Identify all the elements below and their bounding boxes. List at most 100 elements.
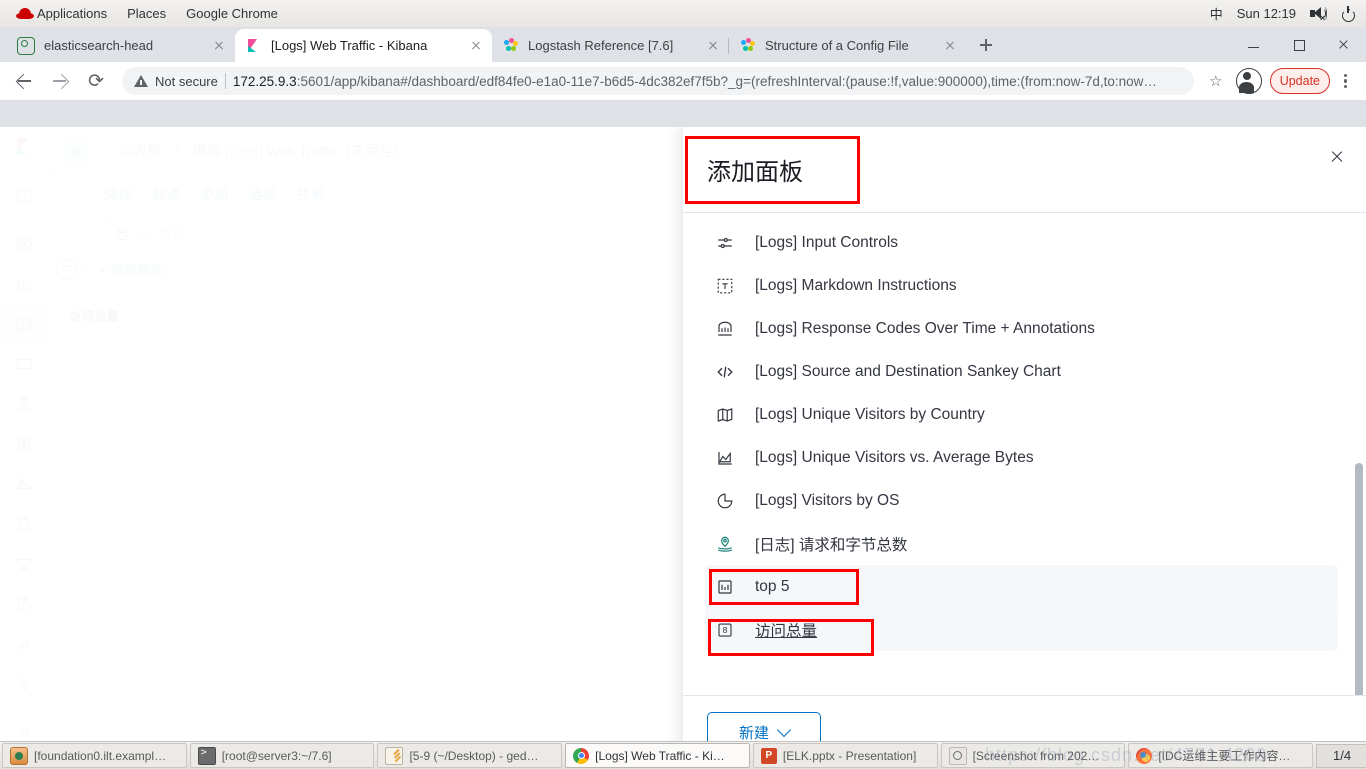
- taskbar-item-screenshot[interactable]: [Screenshot from 202…: [940, 743, 1126, 768]
- list-item[interactable]: [Logs] Unique Visitors by Country: [705, 393, 1338, 436]
- close-window-button[interactable]: [1321, 27, 1366, 59]
- map-icon: [715, 405, 735, 425]
- workspace-switcher[interactable]: 1/4: [1316, 743, 1366, 768]
- powerpoint-icon: [760, 747, 777, 764]
- maximize-window-button[interactable]: [1276, 27, 1321, 59]
- browser-tab-structure-config-file[interactable]: Structure of a Config File: [728, 29, 966, 62]
- back-button[interactable]: [8, 65, 40, 97]
- google-chrome-menu[interactable]: Google Chrome: [176, 3, 288, 24]
- tab-title: elasticsearch-head: [44, 38, 154, 53]
- taskbar-item-label: [foundation0.ilt.exampl…: [34, 748, 167, 763]
- svg-text:8: 8: [722, 625, 727, 635]
- list-item-label: [Logs] Input Controls: [755, 233, 899, 251]
- flyout-title: 添加面板: [707, 159, 803, 186]
- list-item-label: 访问总量: [755, 622, 818, 640]
- close-tab-icon[interactable]: [211, 38, 227, 54]
- applications-menu[interactable]: Applications: [6, 3, 117, 24]
- input-method-indicator[interactable]: 中: [1210, 4, 1223, 23]
- metric-icon: 8: [715, 620, 735, 640]
- new-tab-button[interactable]: [972, 31, 1000, 59]
- volume-muted-icon[interactable]: ×: [1310, 6, 1327, 23]
- list-item[interactable]: [Logs] Source and Destination Sankey Cha…: [705, 350, 1338, 393]
- close-tab-icon[interactable]: [468, 38, 484, 54]
- flyout-header: 添加面板: [683, 127, 1366, 213]
- chevron-down-icon: [776, 722, 792, 738]
- flyout-scrollbar[interactable]: [1355, 463, 1363, 695]
- chrome-icon: [573, 747, 590, 764]
- places-menu[interactable]: Places: [117, 3, 176, 24]
- power-icon[interactable]: [1341, 6, 1356, 21]
- maps-layer-icon: [715, 534, 735, 554]
- bookmark-star-icon[interactable]: ☆: [1204, 69, 1228, 93]
- taskbar-item-chrome[interactable]: [Logs] Web Traffic - Ki…: [565, 743, 750, 768]
- taskbar-item-label: [root@server3:~/7.6]: [221, 748, 332, 763]
- url-host: 172.25.9.3: [232, 73, 297, 89]
- bar-chart-icon: [715, 319, 735, 339]
- redhat-logo-icon: [16, 6, 34, 21]
- list-item-label: [日志] 请求和字节总数: [755, 536, 908, 554]
- divider: [224, 73, 226, 89]
- chrome-menu-icon[interactable]: [1332, 68, 1358, 94]
- browser-tab-kibana[interactable]: [Logs] Web Traffic - Kibana: [235, 29, 492, 62]
- tab-title: Logstash Reference [7.6]: [528, 38, 674, 53]
- package-icon: [10, 746, 28, 765]
- address-bar[interactable]: Not secure 172.25.9.3:5601/app/kibana#/d…: [122, 67, 1194, 95]
- list-item[interactable]: top 5: [705, 565, 1338, 608]
- pie-chart-icon: [715, 491, 735, 511]
- taskbar-item-gedit[interactable]: [5-9 (~/Desktop) - ged…: [377, 743, 563, 768]
- forward-button[interactable]: [44, 65, 76, 97]
- minimize-window-button[interactable]: [1231, 27, 1276, 59]
- area-chart-icon: [715, 448, 735, 468]
- controls-icon: [715, 233, 735, 253]
- list-item[interactable]: [Logs] Response Codes Over Time + Annota…: [705, 307, 1338, 350]
- reload-icon[interactable]: ⟳: [80, 65, 112, 97]
- url-path: :5601/app/kibana#/dashboard/edf84fe0-e1a…: [296, 73, 1157, 89]
- kibana-icon: [246, 38, 262, 54]
- browser-tab-logstash-reference[interactable]: Logstash Reference [7.6]: [492, 29, 729, 62]
- chrome-window: elasticsearch-head [Logs] Web Traffic - …: [0, 27, 1366, 768]
- list-item[interactable]: [Logs] Markdown Instructions: [705, 264, 1338, 307]
- tab-strip: elasticsearch-head [Logs] Web Traffic - …: [0, 27, 1366, 62]
- profile-avatar[interactable]: [1235, 68, 1262, 94]
- saved-objects-list: [Logs] Input Controls [Logs] Markdown In…: [683, 221, 1366, 651]
- taskbar-item-label: [Screenshot from 202…: [972, 748, 1100, 763]
- clock[interactable]: Sun 12:19: [1237, 6, 1296, 21]
- list-item[interactable]: [日志] 请求和字节总数: [705, 522, 1338, 565]
- close-tab-icon[interactable]: [942, 38, 958, 54]
- gedit-icon: [385, 746, 404, 765]
- page-viewport: 默 仪表板 / 编辑 [Logs] Web Traffic（未保存） 保存 取消…: [0, 127, 1366, 768]
- update-button[interactable]: Update: [1269, 68, 1330, 94]
- flyout-body: [Logs] Input Controls [Logs] Markdown In…: [683, 213, 1366, 695]
- list-item[interactable]: [Logs] Visitors by OS: [705, 479, 1338, 522]
- list-item-label: [Logs] Source and Destination Sankey Cha…: [755, 362, 1061, 380]
- url-text: 172.25.9.3:5601/app/kibana#/dashboard/ed…: [233, 74, 1157, 89]
- list-item-label: top 5: [755, 577, 790, 595]
- terminal-icon: [197, 746, 216, 765]
- firefox-icon: [1136, 747, 1153, 764]
- window-controls: [1231, 27, 1366, 62]
- close-flyout-icon[interactable]: [1324, 144, 1350, 170]
- list-item[interactable]: [Logs] Unique Visitors vs. Average Bytes: [705, 436, 1338, 479]
- taskbar-item-firefox[interactable]: [IDC运维主要工作内容…: [1128, 743, 1314, 768]
- elastic-icon: [740, 37, 756, 54]
- code-icon: [715, 362, 735, 382]
- taskbar-item-terminal[interactable]: [root@server3:~/7.6]: [189, 743, 375, 768]
- browser-tab-elasticsearch-head[interactable]: elasticsearch-head: [6, 29, 235, 62]
- taskbar-item-powerpoint[interactable]: [ELK.pptx - Presentation]: [752, 743, 938, 768]
- list-item-label: [Logs] Markdown Instructions: [755, 276, 957, 294]
- taskbar-item-label: [ELK.pptx - Presentation]: [782, 748, 917, 763]
- taskbar-item-label: [5-9 (~/Desktop) - ged…: [409, 748, 539, 763]
- list-item[interactable]: 8 访问总量: [705, 608, 1338, 651]
- bar-vertical-icon: [715, 577, 735, 597]
- elasticsearch-head-icon: [17, 36, 35, 55]
- omnibox-toolbar: ⟳ Not secure 172.25.9.3:5601/app/kibana#…: [0, 62, 1366, 101]
- applications-menu-label: Applications: [37, 6, 108, 21]
- tab-title: Structure of a Config File: [765, 38, 909, 53]
- markdown-icon: [715, 276, 735, 296]
- taskbar-item-foundation[interactable]: [foundation0.ilt.exampl…: [2, 743, 187, 768]
- list-item-label: [Logs] Unique Visitors vs. Average Bytes: [755, 448, 1034, 466]
- image-viewer-icon: [948, 746, 967, 765]
- taskbar-item-label: [IDC运维主要工作内容…: [1158, 749, 1291, 763]
- close-tab-icon[interactable]: [705, 38, 721, 54]
- list-item[interactable]: [Logs] Input Controls: [705, 221, 1338, 264]
